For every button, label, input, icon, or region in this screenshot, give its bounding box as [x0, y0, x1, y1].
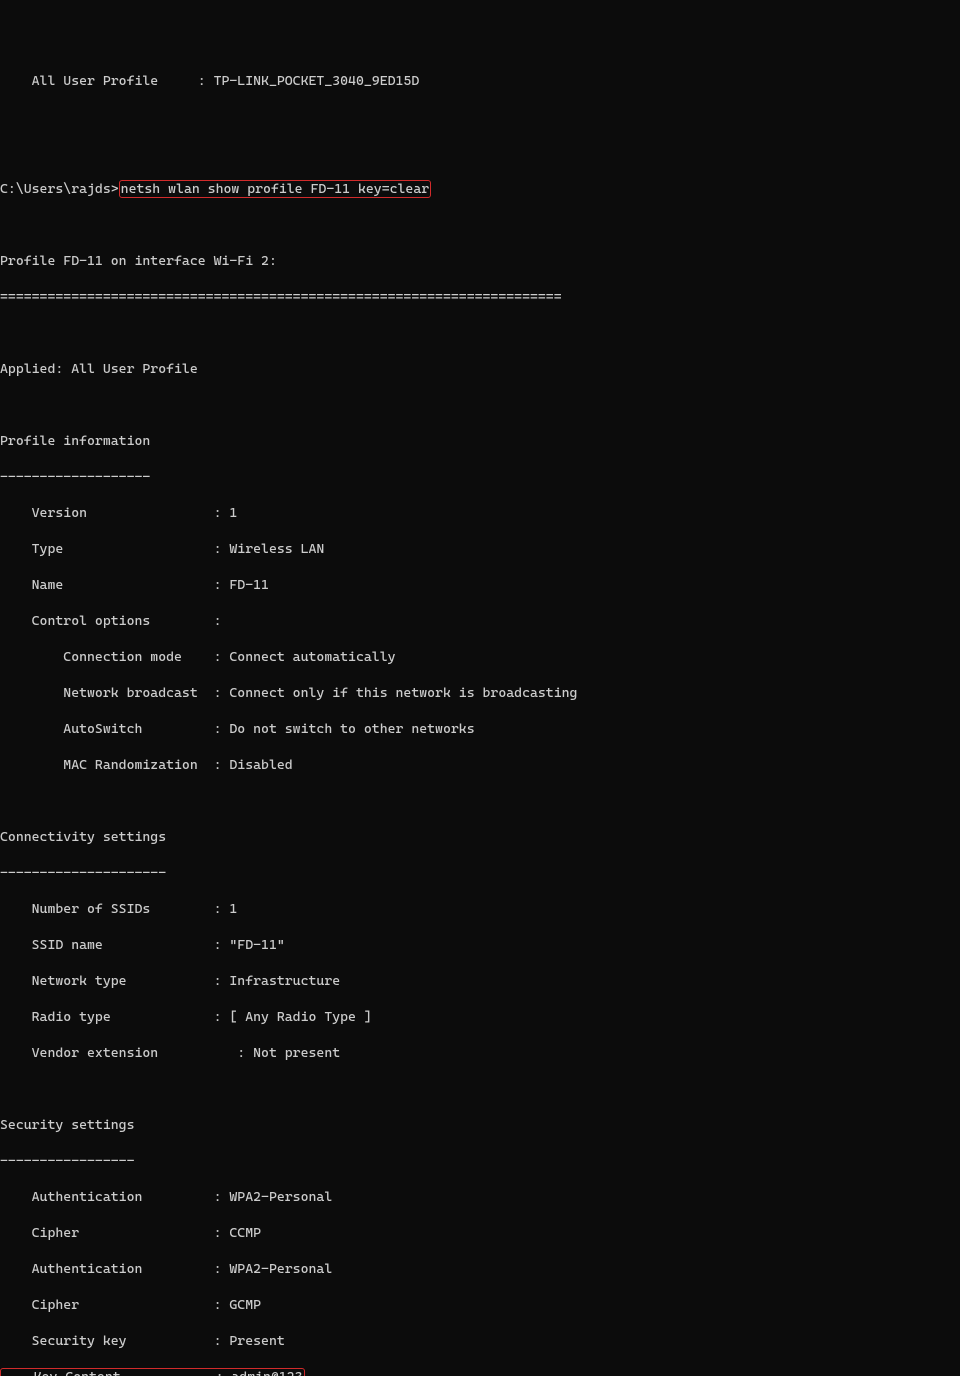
blank-line [0, 1080, 960, 1098]
output-line: Name : FD-11 [0, 576, 960, 594]
output-line: Control options : [0, 612, 960, 630]
blank-line [0, 792, 960, 810]
output-line: MAC Randomization : Disabled [0, 756, 960, 774]
output-line: Profile FD-11 on interface Wi-Fi 2: [0, 252, 960, 270]
output-line: AutoSwitch : Do not switch to other netw… [0, 720, 960, 738]
section-title: Security settings [0, 1116, 960, 1134]
terminal-output[interactable]: All User Profile : TP-LINK_POCKET_3040_9… [0, 54, 960, 1376]
prompt-line: C:\Users\rajds>netsh wlan show profile F… [0, 180, 960, 198]
output-line: All User Profile : TP-LINK_POCKET_3040_9… [0, 72, 960, 90]
output-line: Authentication : WPA2-Personal [0, 1188, 960, 1206]
output-line: Authentication : WPA2-Personal [0, 1260, 960, 1278]
output-line: Version : 1 [0, 504, 960, 522]
highlight-key-content: Key Content : admin@123 [0, 1368, 305, 1376]
output-line: ========================================… [0, 288, 960, 306]
section-dash: ------------------- [0, 468, 960, 486]
output-line: Security key : Present [0, 1332, 960, 1350]
output-line: Applied: All User Profile [0, 360, 960, 378]
output-line-key: Key Content : admin@123 [0, 1368, 960, 1376]
output-line: Number of SSIDs : 1 [0, 900, 960, 918]
output-line: Cipher : CCMP [0, 1224, 960, 1242]
output-line: Connection mode : Connect automatically [0, 648, 960, 666]
output-line: Cipher : GCMP [0, 1296, 960, 1314]
blank-line [0, 108, 960, 126]
blank-line [0, 216, 960, 234]
value: TP-LINK_POCKET_3040_9ED15D [214, 73, 420, 89]
output-line: Type : Wireless LAN [0, 540, 960, 558]
output-line: Vendor extension : Not present [0, 1044, 960, 1062]
label: All User Profile : [0, 73, 214, 89]
prompt-path: C:\Users\rajds> [0, 181, 119, 197]
blank-line [0, 144, 960, 162]
output-line: SSID name : "FD-11" [0, 936, 960, 954]
section-dash: ----------------- [0, 1152, 960, 1170]
blank-line [0, 396, 960, 414]
output-line: Radio type : [ Any Radio Type ] [0, 1008, 960, 1026]
highlight-command: netsh wlan show profile FD-11 key=clear [119, 180, 432, 198]
blank-line [0, 324, 960, 342]
output-line: Network broadcast : Connect only if this… [0, 684, 960, 702]
section-title: Connectivity settings [0, 828, 960, 846]
section-title: Profile information [0, 432, 960, 450]
section-dash: --------------------- [0, 864, 960, 882]
output-line: Network type : Infrastructure [0, 972, 960, 990]
